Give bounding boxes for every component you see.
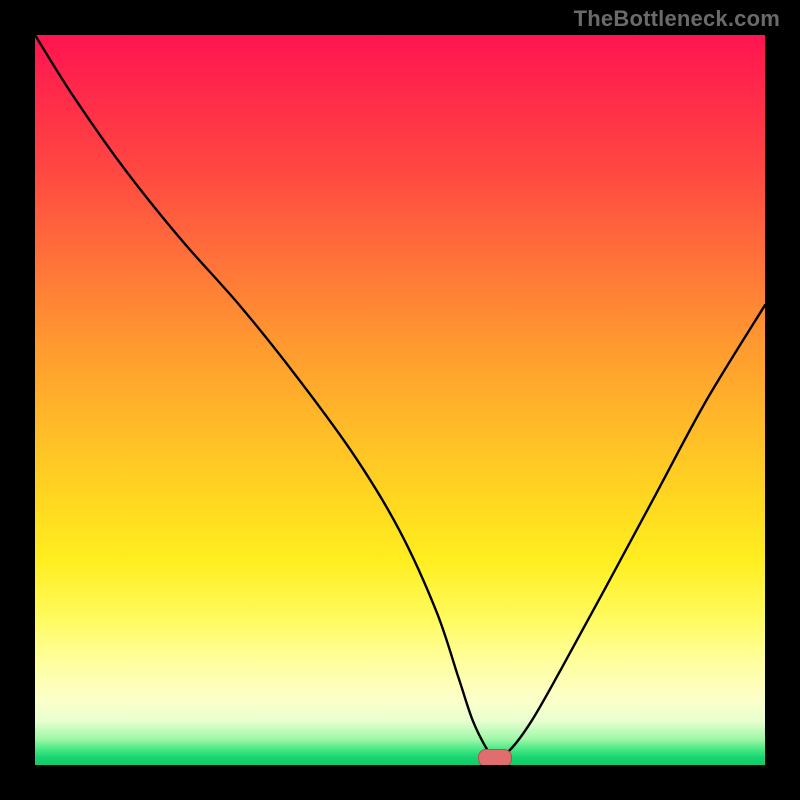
bottleneck-curve [35, 35, 765, 758]
curve-layer [35, 35, 765, 765]
watermark-text: TheBottleneck.com [574, 6, 780, 32]
optimal-point-marker [478, 749, 512, 765]
chart-frame: TheBottleneck.com [0, 0, 800, 800]
plot-area [35, 35, 765, 765]
